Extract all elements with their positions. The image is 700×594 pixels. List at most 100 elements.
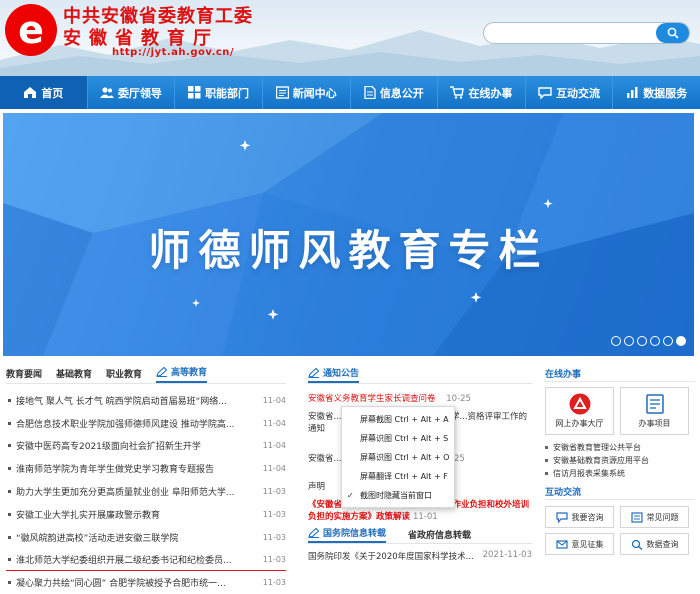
list-item[interactable]: 安徽中医药高专2021级面向社会扩招新生开学 11-04: [6, 435, 286, 458]
online-service-panel: 在线办事 网上办事大厅 办事项目 安徽省教育管理公共平台 安徽基础教育资源应用平…: [545, 366, 695, 555]
education-news-panel: 教育要闻 基础教育 职业教育 高等教育 接地气 聚人气 长才气 皖西学院启动首届…: [6, 366, 286, 594]
data-query-button[interactable]: 数据查询: [620, 533, 689, 555]
nav-item-info-disclosure[interactable]: 信息公开: [351, 76, 439, 109]
nav-item-news[interactable]: 新闻中心: [263, 76, 351, 109]
tab-vocational-education[interactable]: 职业教育: [106, 367, 142, 383]
list-item[interactable]: 合肥信息技术职业学院加强师德师风建设 推动学院高... 11-04: [6, 412, 286, 435]
bullet: [8, 490, 11, 494]
nav-item-home[interactable]: 首页: [0, 76, 88, 109]
interaction-title: 互动交流: [545, 484, 695, 500]
news-title[interactable]: 安徽工业大学扎实开展廉政警示教育: [16, 508, 236, 521]
banner-title[interactable]: 师德师风教育专栏: [3, 217, 694, 278]
bullet: [8, 467, 11, 471]
carousel-dots: [611, 336, 686, 346]
reprint-tabs: 国务院信息转载 省政府信息转载: [308, 526, 532, 544]
news-title[interactable]: 合肥信息技术职业学院加强师德师风建设 推动学院高...: [16, 417, 236, 430]
bullet: [545, 446, 548, 449]
tab-higher-education[interactable]: 高等教育: [156, 365, 208, 383]
search-icon: [667, 27, 679, 39]
nav-item-departments[interactable]: 职能部门: [175, 76, 263, 109]
users-icon: [99, 87, 114, 98]
faq-icon: [630, 511, 643, 523]
carousel-dot[interactable]: [624, 336, 634, 346]
faq-button[interactable]: 常见问题: [620, 506, 689, 528]
project-icon: [644, 393, 666, 415]
tab-provincial-gov[interactable]: 省政府信息转载: [408, 528, 471, 541]
site-url: http://jyt.ah.gov.cn/: [112, 47, 235, 58]
news-title[interactable]: 助力大学生更加充分更高质量就业创业 阜阳师范大学...: [16, 485, 236, 498]
carousel-dot[interactable]: [611, 336, 621, 346]
news-tabs: 教育要闻 基础教育 职业教育 高等教育: [6, 366, 286, 384]
link-item[interactable]: 信访月报表采集系统: [545, 467, 695, 480]
menu-item-screenshot[interactable]: 屏幕截图 Ctrl + Alt + A: [342, 410, 454, 429]
news-date: 11-03: [262, 532, 286, 542]
consult-button[interactable]: 我要咨询: [545, 506, 614, 528]
carousel-dot[interactable]: [650, 336, 660, 346]
list-item[interactable]: 接地气 聚人气 长才气 皖西学院启动首届易班“网络... 11-04: [6, 389, 286, 412]
news-title[interactable]: “徽风皖韵进高校”活动走进安徽三联学院: [16, 531, 236, 544]
list-item[interactable]: 淮南师范学院为青年学生做党史学习教育专题报告 11-04: [6, 457, 286, 480]
bullet: [8, 444, 11, 448]
list-item[interactable]: 国务院印发《关于2020年度国家科学技术... 2021-11-03: [308, 550, 532, 562]
notices-header: 通知公告: [308, 366, 532, 384]
data-icon: [627, 87, 638, 98]
online-service-title: 在线办事: [545, 366, 695, 382]
news-list: 接地气 聚人气 长才气 皖西学院启动首届易班“网络... 11-04 合肥信息技术…: [6, 389, 286, 594]
bullet: [8, 535, 11, 539]
feedback-button[interactable]: 意见征集: [545, 533, 614, 555]
news-title[interactable]: 淮北师范大学纪委组织开展二级纪委书记和纪检委员...: [16, 553, 236, 566]
doc-icon: [364, 86, 376, 99]
tab-education-news[interactable]: 教育要闻: [6, 367, 42, 383]
carousel-dot-active[interactable]: [676, 336, 686, 346]
news-date: 11-03: [262, 578, 286, 588]
menu-item-hide-window[interactable]: 截图时隐藏当前窗口: [342, 486, 454, 505]
search-box[interactable]: [483, 22, 690, 44]
banner-slider[interactable]: 师德师风教育专栏: [3, 113, 694, 356]
search-button[interactable]: [656, 23, 689, 43]
bullet: [8, 421, 11, 425]
bullet: [8, 398, 11, 402]
menu-item-image-recognition[interactable]: 屏幕识图 Ctrl + Alt + S: [342, 429, 454, 448]
news-date: 11-04: [262, 395, 286, 405]
menu-item-text-recognition[interactable]: 屏幕识图 Ctrl + Alt + O: [342, 448, 454, 467]
news-title[interactable]: 凝心聚力共绘“同心圆” 合肥学院被授予合肥市统一...: [16, 576, 236, 589]
bullet: [545, 472, 548, 475]
gov-hall-button[interactable]: 网上办事大厅: [545, 387, 614, 435]
list-item-hovered[interactable]: 淮北师范大学纪委组织开展二级纪委书记和纪检委员... 11-03: [6, 549, 286, 572]
news-date: 11-03: [262, 554, 286, 564]
news-title[interactable]: 接地气 聚人气 长才气 皖西学院启动首届易班“网络...: [16, 394, 236, 407]
notice-item[interactable]: 安徽省义务教育学生家长调查问卷 10-25: [308, 393, 532, 405]
tab-state-council[interactable]: 国务院信息转载: [308, 526, 387, 543]
pen-icon: [308, 527, 320, 538]
list-item[interactable]: 凝心聚力共绘“同心圆” 合肥学院被授予合肥市统一... 11-03: [6, 571, 286, 594]
nav-item-interaction[interactable]: 互动交流: [526, 76, 614, 109]
site-logo[interactable]: e: [5, 4, 57, 56]
tab-basic-education[interactable]: 基础教育: [56, 367, 92, 383]
query-icon: [631, 539, 642, 550]
news-title[interactable]: 淮南师范学院为青年学生做党史学习教育专题报告: [16, 462, 236, 475]
menu-item-screen-translate[interactable]: 屏幕翻译 Ctrl + Alt + F: [342, 467, 454, 486]
nav-item-data-service[interactable]: 数据服务: [613, 76, 700, 109]
nav-item-online-service[interactable]: 在线办事: [438, 76, 526, 109]
news-date: 11-03: [262, 487, 286, 497]
list-item[interactable]: 助力大学生更加充分更高质量就业创业 阜阳师范大学... 11-03: [6, 480, 286, 503]
list-item[interactable]: “徽风皖韵进高校”活动走进安徽三联学院 11-03: [6, 526, 286, 549]
news-title[interactable]: 安徽中医药高专2021级面向社会扩招新生开学: [16, 439, 236, 452]
interaction-grid: 我要咨询 常见问题 意见征集 数据查询: [545, 506, 695, 555]
nav-item-leaders[interactable]: 委厅领导: [88, 76, 176, 109]
main-nav: 首页 委厅领导 职能部门 新闻中心 信息公开 在线办事 互动交流 数据服务: [0, 76, 700, 109]
carousel-dot[interactable]: [637, 336, 647, 346]
link-item[interactable]: 安徽省教育管理公共平台: [545, 441, 695, 454]
link-item[interactable]: 安徽基础教育资源应用平台: [545, 454, 695, 467]
mail-icon: [555, 539, 568, 549]
context-menu: 屏幕截图 Ctrl + Alt + A 屏幕识图 Ctrl + Alt + S …: [341, 406, 455, 508]
list-item[interactable]: 安徽工业大学扎实开展廉政警示教育 11-03: [6, 503, 286, 526]
service-boxes: 网上办事大厅 办事项目: [545, 387, 695, 435]
tab-notices[interactable]: 通知公告: [308, 366, 360, 383]
project-button[interactable]: 办事项目: [620, 387, 689, 435]
gov-hall-icon: [569, 393, 591, 415]
service-links: 安徽省教育管理公共平台 安徽基础教育资源应用平台 信访月报表采集系统: [545, 441, 695, 480]
cart-icon: [450, 86, 465, 99]
carousel-dot[interactable]: [663, 336, 673, 346]
bullet: [545, 459, 548, 462]
